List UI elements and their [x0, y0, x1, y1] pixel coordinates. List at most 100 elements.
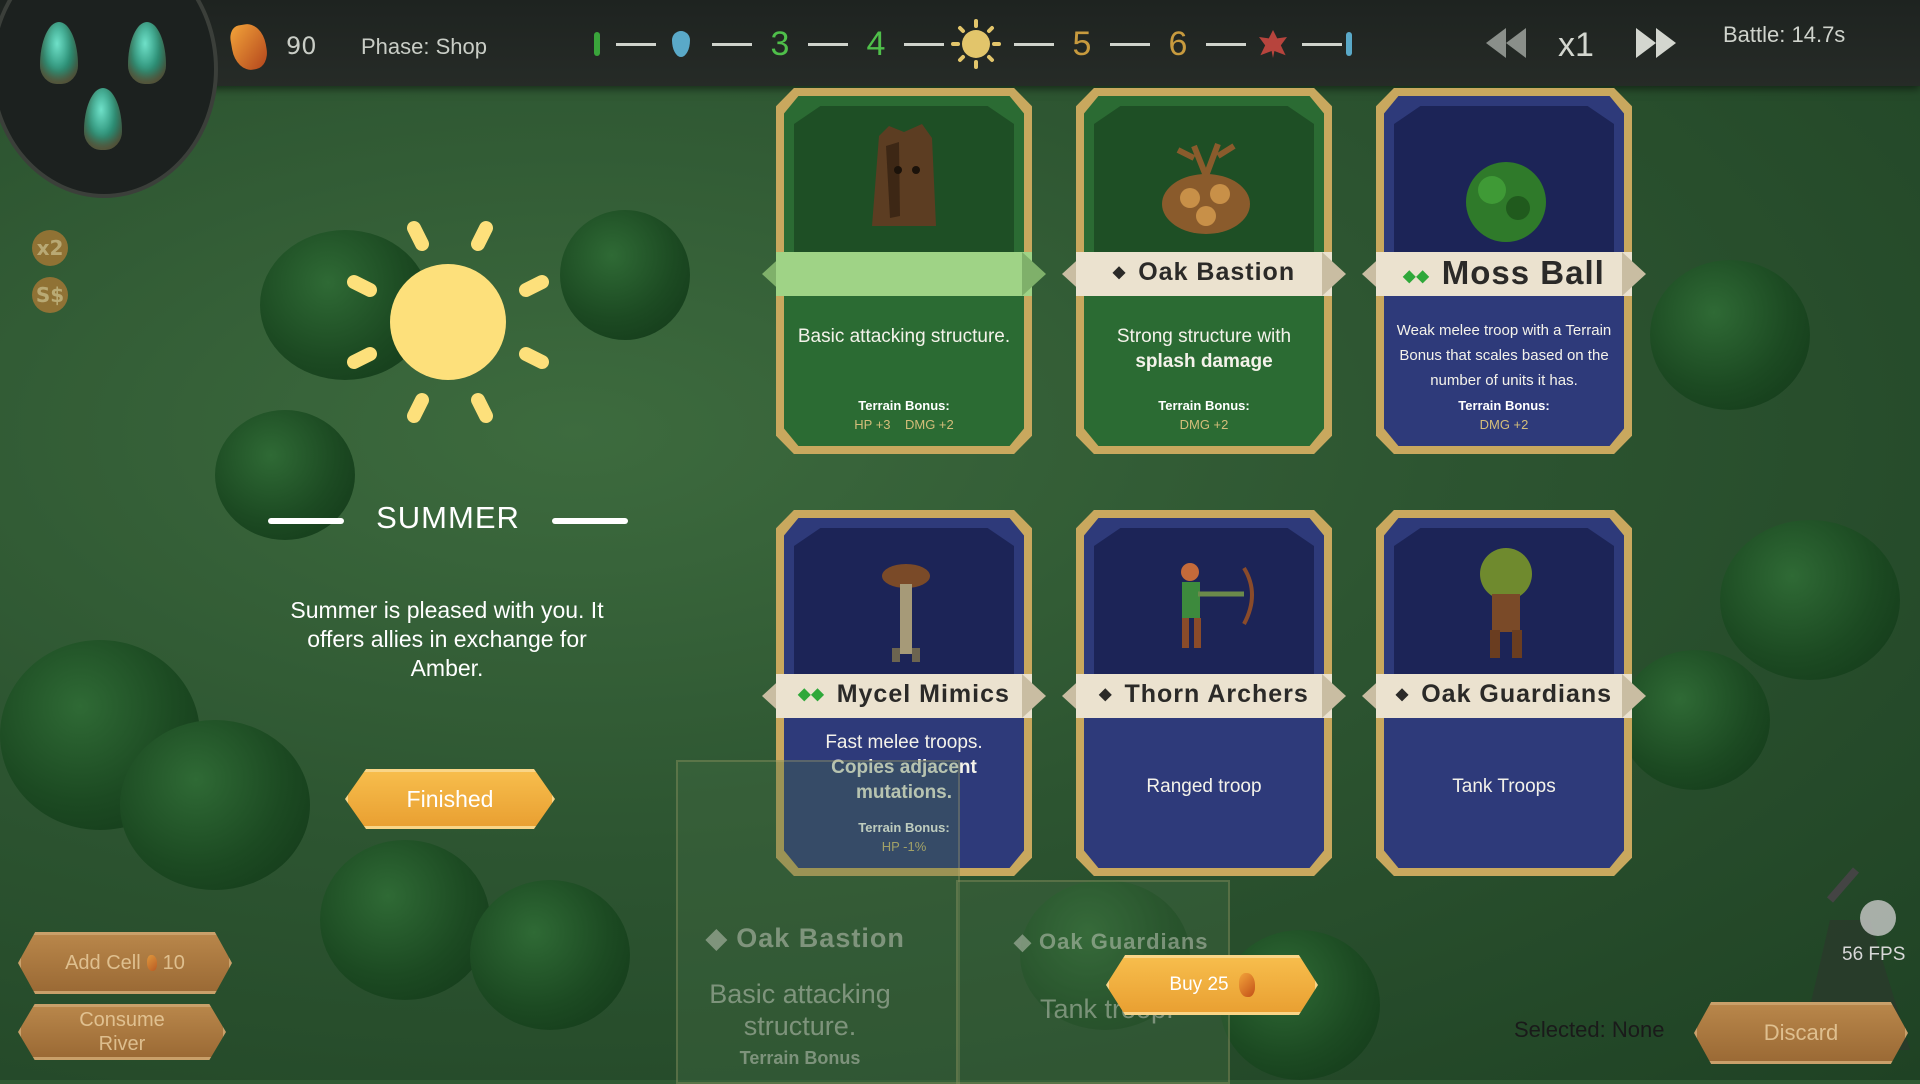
currency-badge: S$ [32, 277, 68, 313]
shop-card[interactable]: ◆ Oak Guardians Tank Troops [1362, 510, 1646, 876]
life-crest [0, 0, 218, 198]
timeline-divider [712, 43, 752, 46]
card-description-text: Fast melee troops. [825, 732, 983, 753]
card-description-emphasis: splash damage [1135, 351, 1273, 372]
fast-forward-icon[interactable] [1634, 26, 1678, 60]
buy-button[interactable]: Buy 25 [1106, 955, 1318, 1015]
card-art [794, 106, 1014, 256]
tree [120, 720, 310, 890]
autumn-leaf-icon [1256, 18, 1290, 70]
terrain-bonus-label: Terrain Bonus: [858, 398, 950, 413]
hand-card-name: ◆ Oak Guardians [1014, 929, 1209, 954]
timeline-divider [1206, 43, 1246, 46]
add-cell-button[interactable]: Add Cell 10 [18, 932, 232, 994]
card-art [794, 528, 1014, 678]
title-decoration-line [552, 518, 628, 524]
card-name-banner: ◆ Oak Bastion [1062, 252, 1346, 296]
life-gem-icon [40, 22, 78, 84]
rarity-diamond-icon: ◆◆ [1403, 268, 1430, 285]
phase-label: Phase: Shop [361, 34, 487, 59]
oak-bastion-icon [1162, 142, 1250, 234]
card-name-banner: ◆◆ Moss Ball [1362, 252, 1646, 296]
rewind-icon[interactable] [1484, 26, 1528, 60]
tree [1650, 260, 1810, 410]
life-gem-icon [84, 88, 122, 150]
add-cell-label: Add Cell [65, 951, 141, 974]
amber-count: 90 [286, 32, 317, 60]
game-map[interactable]: 90 Phase: Shop 3 4 5 6 x1 Battle: 14.7s … [0, 0, 1920, 1084]
card-name-banner: ◆◆ Mycel Mimics [762, 674, 1046, 718]
timeline-step-4: 4 [866, 24, 886, 63]
discard-button[interactable]: Discard [1694, 1002, 1908, 1064]
card-description: Strong structure with splash damage [1090, 324, 1318, 374]
tree [320, 840, 490, 1000]
timeline-divider [1110, 43, 1150, 46]
hand-card-description: Basic attacking structure. [709, 979, 891, 1041]
buy-button-label: Buy 25 [1169, 974, 1229, 995]
tree-stump-icon [872, 124, 936, 226]
timeline-sprout-icon [590, 18, 604, 70]
shop-card[interactable]: Basic attacking structure. Terrain Bonus… [762, 88, 1046, 454]
battle-timer: Battle: 14.7s [1723, 22, 1846, 47]
card-name-banner [762, 252, 1046, 296]
card-description: Weak melee troop with a Terrain Bonus th… [1396, 322, 1612, 389]
mushroom-troop-icon [882, 564, 930, 662]
finished-button[interactable]: Finished [345, 769, 555, 829]
card-name: Oak Bastion [1138, 258, 1296, 286]
hand-card-name: ◆ Oak Bastion [706, 923, 905, 953]
card-description: Ranged troop [1146, 776, 1262, 797]
amber-icon [228, 21, 270, 73]
top-bar: 90 Phase: Shop 3 4 5 6 x1 Battle: 14.7s [0, 0, 1920, 86]
shop-card[interactable]: ◆◆ Moss Ball Weak melee troop with a Terr… [1362, 88, 1646, 454]
water-drop-icon [666, 18, 696, 70]
timeline-step-6: 6 [1168, 24, 1188, 63]
card-name-banner: ◆ Oak Guardians [1362, 674, 1646, 718]
card-name: Thorn Archers [1124, 680, 1309, 708]
fps-counter: 56 FPS [1842, 944, 1906, 965]
consume-river-button[interactable]: Consume River [18, 1004, 226, 1060]
timeline-divider [616, 43, 656, 46]
timeline-divider [808, 43, 848, 46]
life-gem-icon [128, 22, 166, 84]
amber-icon [146, 955, 157, 971]
season-description: Summer is pleased with you. It offers al… [290, 597, 604, 681]
card-art [1094, 106, 1314, 256]
add-cell-cost: 10 [162, 951, 185, 974]
terrain-bonus-label: Terrain Bonus: [1458, 398, 1550, 413]
timeline-divider [1014, 43, 1054, 46]
tree [560, 210, 690, 340]
summer-sun-icon [948, 18, 1004, 70]
card-art [1394, 106, 1614, 256]
moss-ball-icon [1466, 162, 1546, 242]
tree [1620, 650, 1770, 790]
oak-guardian-icon [1480, 548, 1532, 658]
card-description: Tank Troops [1452, 776, 1556, 797]
card-name: Mycel Mimics [836, 680, 1010, 708]
timeline-step-3: 3 [770, 24, 790, 63]
shop-card[interactable]: ◆ Oak Bastion Strong structure with splas… [1062, 88, 1346, 454]
card-art [1094, 528, 1314, 678]
timeline-divider [904, 43, 944, 46]
tree [1720, 520, 1900, 680]
season-timeline: 3 4 5 6 [590, 18, 1360, 70]
speed-label: x1 [1558, 26, 1594, 64]
winter-icon [1342, 18, 1356, 70]
card-description-text: Strong structure with [1116, 326, 1292, 347]
timeline-step-5: 5 [1072, 24, 1092, 63]
card-art [1394, 528, 1614, 678]
terrain-bonus-value: DMG +2 [1179, 417, 1229, 432]
terrain-bonus-value: DMG +2 [1479, 417, 1529, 432]
tree [470, 880, 630, 1030]
rarity-diamond-icon: ◆ [1112, 264, 1127, 281]
rarity-diamond-icon: ◆◆ [798, 686, 825, 703]
shop-card[interactable]: ◆ Thorn Archers Ranged troop [1062, 510, 1346, 876]
hand-card-bonus-label: Terrain Bonus [739, 1048, 861, 1068]
terrain-bonus-label: Terrain Bonus: [1158, 398, 1250, 413]
card-name: Oak Guardians [1421, 680, 1613, 708]
season-title-block: SUMMER [268, 498, 628, 542]
timeline-divider [1302, 43, 1342, 46]
selection-status: Selected: None [1514, 1017, 1665, 1042]
card-name: Moss Ball [1441, 254, 1605, 291]
card-description: Basic attacking structure. [797, 326, 1011, 347]
rarity-diamond-icon: ◆ [1099, 686, 1113, 703]
